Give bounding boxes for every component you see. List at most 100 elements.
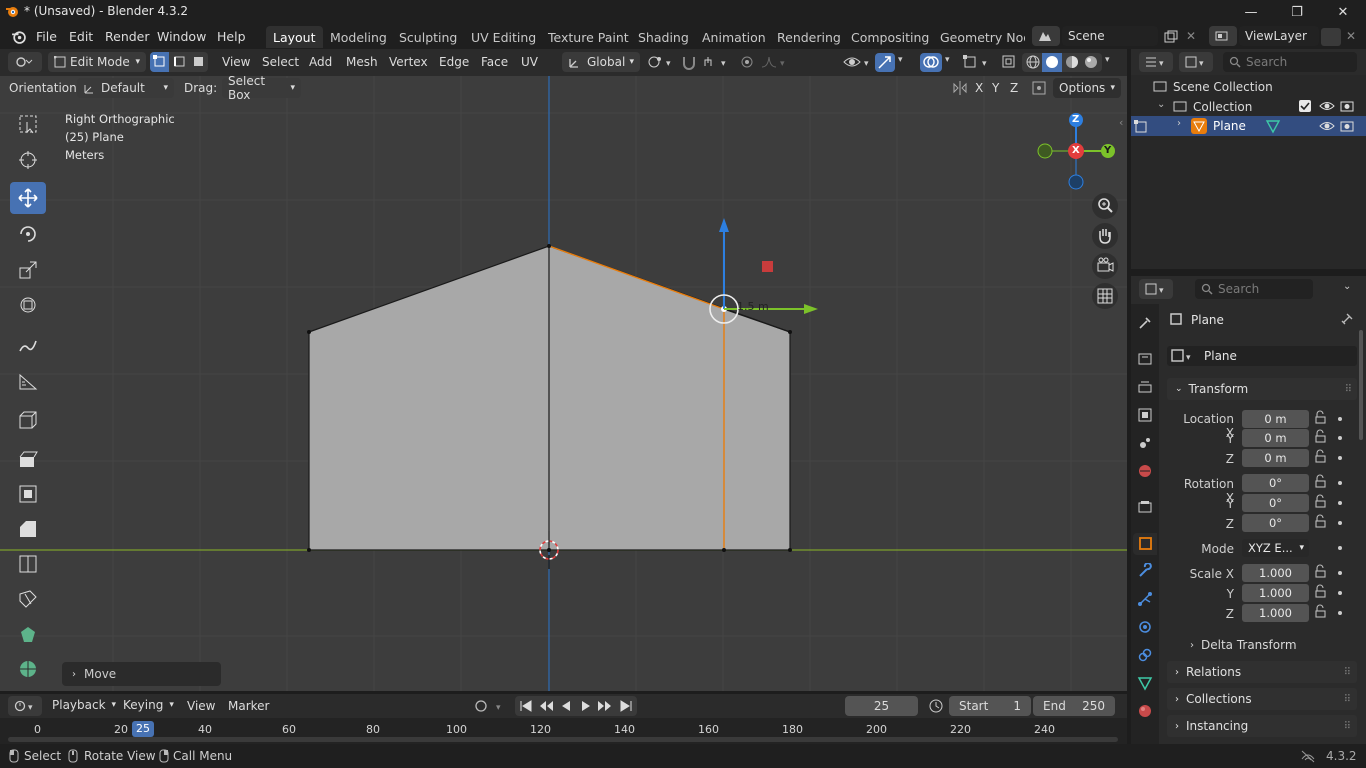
playhead-frame[interactable]: 25	[132, 721, 154, 737]
ortho-grid-icon[interactable]	[1092, 283, 1118, 309]
mode-dropdown[interactable]: Edit Mode ▾	[48, 52, 146, 72]
world-tab-icon[interactable]	[1137, 463, 1153, 479]
properties-search-input[interactable]: Search	[1195, 279, 1313, 299]
blender-menu-icon[interactable]	[11, 29, 26, 44]
end-frame-field[interactable]: End 250	[1033, 696, 1115, 716]
constraints-tab-icon[interactable]	[1137, 647, 1153, 663]
menu-select[interactable]: Select	[262, 55, 299, 69]
location-z-field[interactable]: 0 m	[1242, 449, 1309, 467]
physics-tab-icon[interactable]	[1137, 619, 1153, 635]
rendered-shading-icon[interactable]	[1082, 54, 1100, 71]
menu-vertex[interactable]: Vertex	[389, 55, 428, 69]
remove-scene-icon[interactable]: ✕	[1186, 29, 1196, 43]
outliner-editor-type-icon[interactable]: ▾	[1139, 52, 1173, 72]
maximize-button[interactable]: ❐	[1274, 0, 1320, 24]
location-y-field[interactable]: 0 m	[1242, 429, 1309, 447]
playback-menu[interactable]: Playback ▾	[52, 698, 116, 712]
menu-help[interactable]: Help	[217, 29, 246, 44]
keying-menu[interactable]: Keying ▾	[123, 698, 174, 712]
modifier-wrench-icon[interactable]	[1137, 563, 1153, 579]
sidebar-toggle-icon[interactable]: ‹	[1119, 116, 1123, 129]
scale-y-field[interactable]: 1.000	[1242, 584, 1309, 602]
play-icon[interactable]	[579, 699, 593, 713]
menu-uv[interactable]: UV	[521, 55, 538, 69]
material-tab-icon[interactable]	[1137, 703, 1153, 719]
3d-viewport[interactable]: Right Orthographic (25) Plane Meters Ori…	[0, 76, 1127, 691]
outliner-collection[interactable]: Collection	[1193, 100, 1252, 114]
outliner-object-plane[interactable]: Plane	[1213, 119, 1246, 133]
remove-view-layer-icon[interactable]: ✕	[1346, 29, 1356, 43]
drag-handle-icon[interactable]: ⠿	[1344, 667, 1351, 678]
output-tab-icon[interactable]	[1137, 379, 1153, 395]
view-layer-tab-icon[interactable]	[1137, 407, 1153, 423]
tab-layout[interactable]: Layout	[266, 26, 323, 48]
display-mode-icon[interactable]: ▾	[1179, 52, 1213, 72]
drag-handle-icon[interactable]: ⠿	[1345, 384, 1352, 395]
tab-animation[interactable]: Animation	[695, 26, 773, 48]
menu-view[interactable]: View	[222, 55, 250, 69]
chevron-down-icon[interactable]: ⌄	[1343, 281, 1351, 292]
collection-checkbox[interactable]	[1299, 100, 1311, 112]
rotation-y-field[interactable]: 0°	[1242, 494, 1309, 512]
edge-select-icon[interactable]	[170, 52, 189, 72]
scale-x-field[interactable]: 1.000	[1242, 564, 1309, 582]
proportional-edit-icon[interactable]	[739, 54, 757, 70]
timeline-scrollbar[interactable]	[8, 737, 1118, 742]
tab-rendering[interactable]: Rendering	[770, 26, 848, 48]
location-x-field[interactable]: 0 m	[1242, 410, 1309, 428]
properties-scrollbar[interactable]	[1359, 330, 1363, 440]
menu-add[interactable]: Add	[309, 55, 332, 69]
jump-end-icon[interactable]	[619, 699, 633, 713]
collection-tab-icon[interactable]	[1137, 499, 1153, 515]
mesh-edit-overlay-icon[interactable]: ▾	[962, 53, 992, 71]
material-shading-icon[interactable]	[1063, 54, 1081, 71]
view-layer-field[interactable]: ViewLayer	[1239, 26, 1319, 46]
transform-orientation-dropdown[interactable]: Global ▾	[562, 52, 640, 72]
rotation-mode-dropdown[interactable]: XYZ E... ▾	[1242, 539, 1309, 557]
jump-start-icon[interactable]	[519, 699, 533, 713]
pin-icon[interactable]	[1340, 312, 1354, 326]
mesh-data-tab-icon[interactable]	[1137, 675, 1153, 691]
solid-shading-icon[interactable]	[1042, 53, 1062, 72]
delta-transform-subpanel[interactable]: › Delta Transform	[1178, 635, 1358, 655]
snap-target-icon[interactable]: ▾	[703, 54, 733, 70]
prev-keyframe-icon[interactable]	[538, 699, 554, 713]
menu-mesh[interactable]: Mesh	[346, 55, 378, 69]
auto-keying-icon[interactable]: ▾	[472, 698, 510, 714]
current-frame-field[interactable]: 25	[845, 696, 918, 716]
tab-geometry-nodes[interactable]: Geometry Node	[933, 26, 1025, 48]
menu-window[interactable]: Window	[157, 29, 206, 44]
scene-selector-icon[interactable]	[1032, 26, 1060, 46]
timeline-view-menu[interactable]: View	[187, 699, 215, 713]
chevron-down-icon[interactable]: ⌄	[1157, 99, 1165, 110]
drag-handle-icon[interactable]: ⠿	[1344, 694, 1351, 705]
tab-compositing[interactable]: Compositing	[844, 26, 936, 48]
outliner-search-input[interactable]: Search	[1223, 52, 1357, 72]
menu-face[interactable]: Face	[481, 55, 508, 69]
chevron-down-icon[interactable]: ▾	[898, 55, 903, 65]
menu-edge[interactable]: Edge	[439, 55, 469, 69]
overlays-icon[interactable]	[920, 53, 942, 72]
timeline-editor-type-icon[interactable]: ▾	[8, 696, 42, 716]
tab-shading[interactable]: Shading	[631, 26, 696, 48]
tab-modeling[interactable]: Modeling	[323, 26, 394, 48]
drag-handle-icon[interactable]: ⠿	[1344, 721, 1351, 732]
mesh-data-icon[interactable]	[1265, 118, 1281, 134]
scene-name-field[interactable]: Scene	[1062, 26, 1158, 46]
new-view-layer-icon[interactable]	[1321, 28, 1341, 46]
visibility-icon[interactable]: ▾	[842, 53, 872, 71]
wireframe-shading-icon[interactable]	[1024, 54, 1042, 71]
instancing-panel-header[interactable]: › Instancing ⠿	[1167, 715, 1357, 737]
tool-settings-tab-icon[interactable]	[1137, 315, 1153, 331]
view-layer-icon[interactable]	[1209, 26, 1237, 46]
tab-sculpting[interactable]: Sculpting	[392, 26, 464, 48]
pivot-point-icon[interactable]: ▾	[646, 54, 676, 70]
properties-editor-type-icon[interactable]: ▾	[1139, 279, 1173, 299]
editor-type-icon[interactable]	[8, 52, 42, 72]
gizmo-toggle-icon[interactable]	[875, 53, 895, 72]
eye-icon[interactable]	[1319, 99, 1335, 113]
rotation-x-field[interactable]: 0°	[1242, 474, 1309, 492]
rotation-z-field[interactable]: 0°	[1242, 514, 1309, 532]
outliner-scene-collection[interactable]: Scene Collection	[1173, 80, 1273, 94]
xray-icon[interactable]	[1000, 53, 1018, 71]
